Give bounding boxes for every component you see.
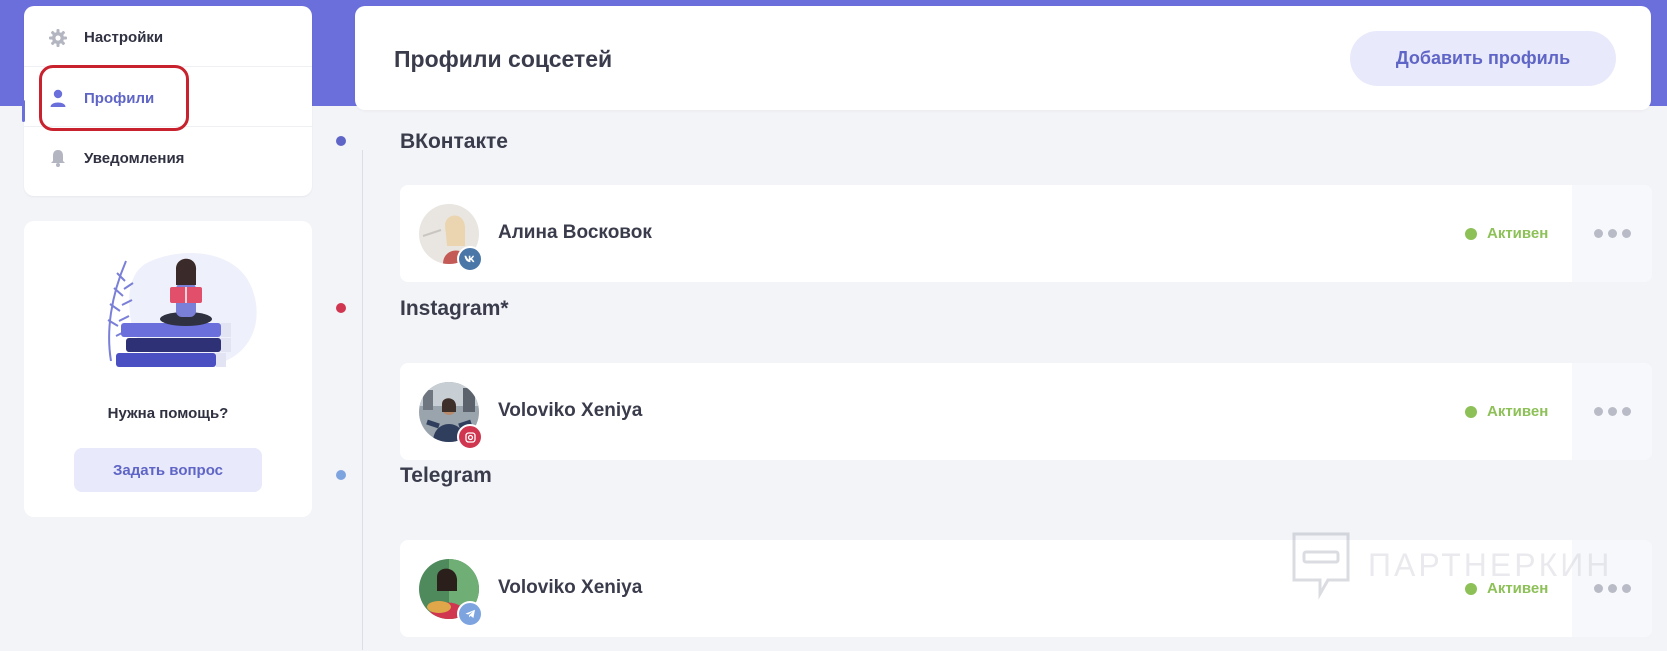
profile-card-instagram[interactable]: Voloviko Xeniya Активен — [400, 363, 1652, 460]
status-label: Активен — [1487, 403, 1549, 420]
active-indicator — [22, 100, 25, 122]
profile-name: Voloviko Xeniya — [498, 577, 643, 598]
watermark: ПАРТНЕРКИН — [1290, 530, 1612, 600]
profile-name: Voloviko Xeniya — [498, 400, 643, 421]
status-badge: Активен — [1465, 225, 1548, 242]
status-dot — [1465, 405, 1477, 418]
more-horizontal-icon — [1593, 229, 1631, 238]
ask-question-button[interactable]: Задать вопрос — [74, 448, 262, 492]
section-dot — [336, 303, 346, 313]
status-badge: Активен — [1465, 403, 1548, 420]
more-horizontal-icon — [1593, 407, 1631, 416]
watermark-logo-icon — [1292, 532, 1350, 600]
highlight-annotation — [39, 65, 189, 131]
profile-name: Алина Восковок — [498, 222, 652, 243]
instagram-icon — [457, 424, 483, 450]
more-options-button[interactable] — [1572, 363, 1652, 460]
section-title-vk: ВКонтакте — [400, 130, 508, 153]
telegram-icon — [457, 601, 483, 627]
watermark-text: ПАРТНЕРКИН — [1368, 546, 1613, 583]
sidebar-item-label: Настройки — [84, 29, 164, 46]
bell-icon — [48, 148, 68, 168]
status-label: Активен — [1487, 225, 1549, 242]
help-title: Нужна помощь? — [107, 405, 229, 422]
reading-girl-illustration — [107, 253, 257, 367]
sidebar-item-notifications[interactable]: Уведомления — [24, 126, 312, 189]
help-card: Нужна помощь? Задать вопрос — [24, 221, 312, 517]
add-profile-button[interactable]: Добавить профиль — [1350, 31, 1616, 86]
section-title-instagram: Instagram* — [400, 297, 509, 320]
page-header: Профили соцсетей Добавить профиль — [355, 6, 1651, 110]
sidebar-item-label: Уведомления — [84, 149, 185, 167]
section-dot — [336, 136, 346, 146]
vk-icon — [457, 246, 483, 272]
profile-card-vk[interactable]: Алина Восковок Активен — [400, 185, 1652, 282]
timeline-line — [362, 150, 363, 650]
page-title: Профили соцсетей — [394, 46, 613, 72]
section-dot — [336, 470, 346, 480]
more-options-button[interactable] — [1572, 185, 1652, 282]
sidebar-item-settings[interactable]: Настройки — [24, 6, 312, 69]
gear-icon — [48, 28, 68, 48]
status-dot — [1465, 227, 1477, 240]
section-title-telegram: Telegram — [400, 464, 492, 487]
